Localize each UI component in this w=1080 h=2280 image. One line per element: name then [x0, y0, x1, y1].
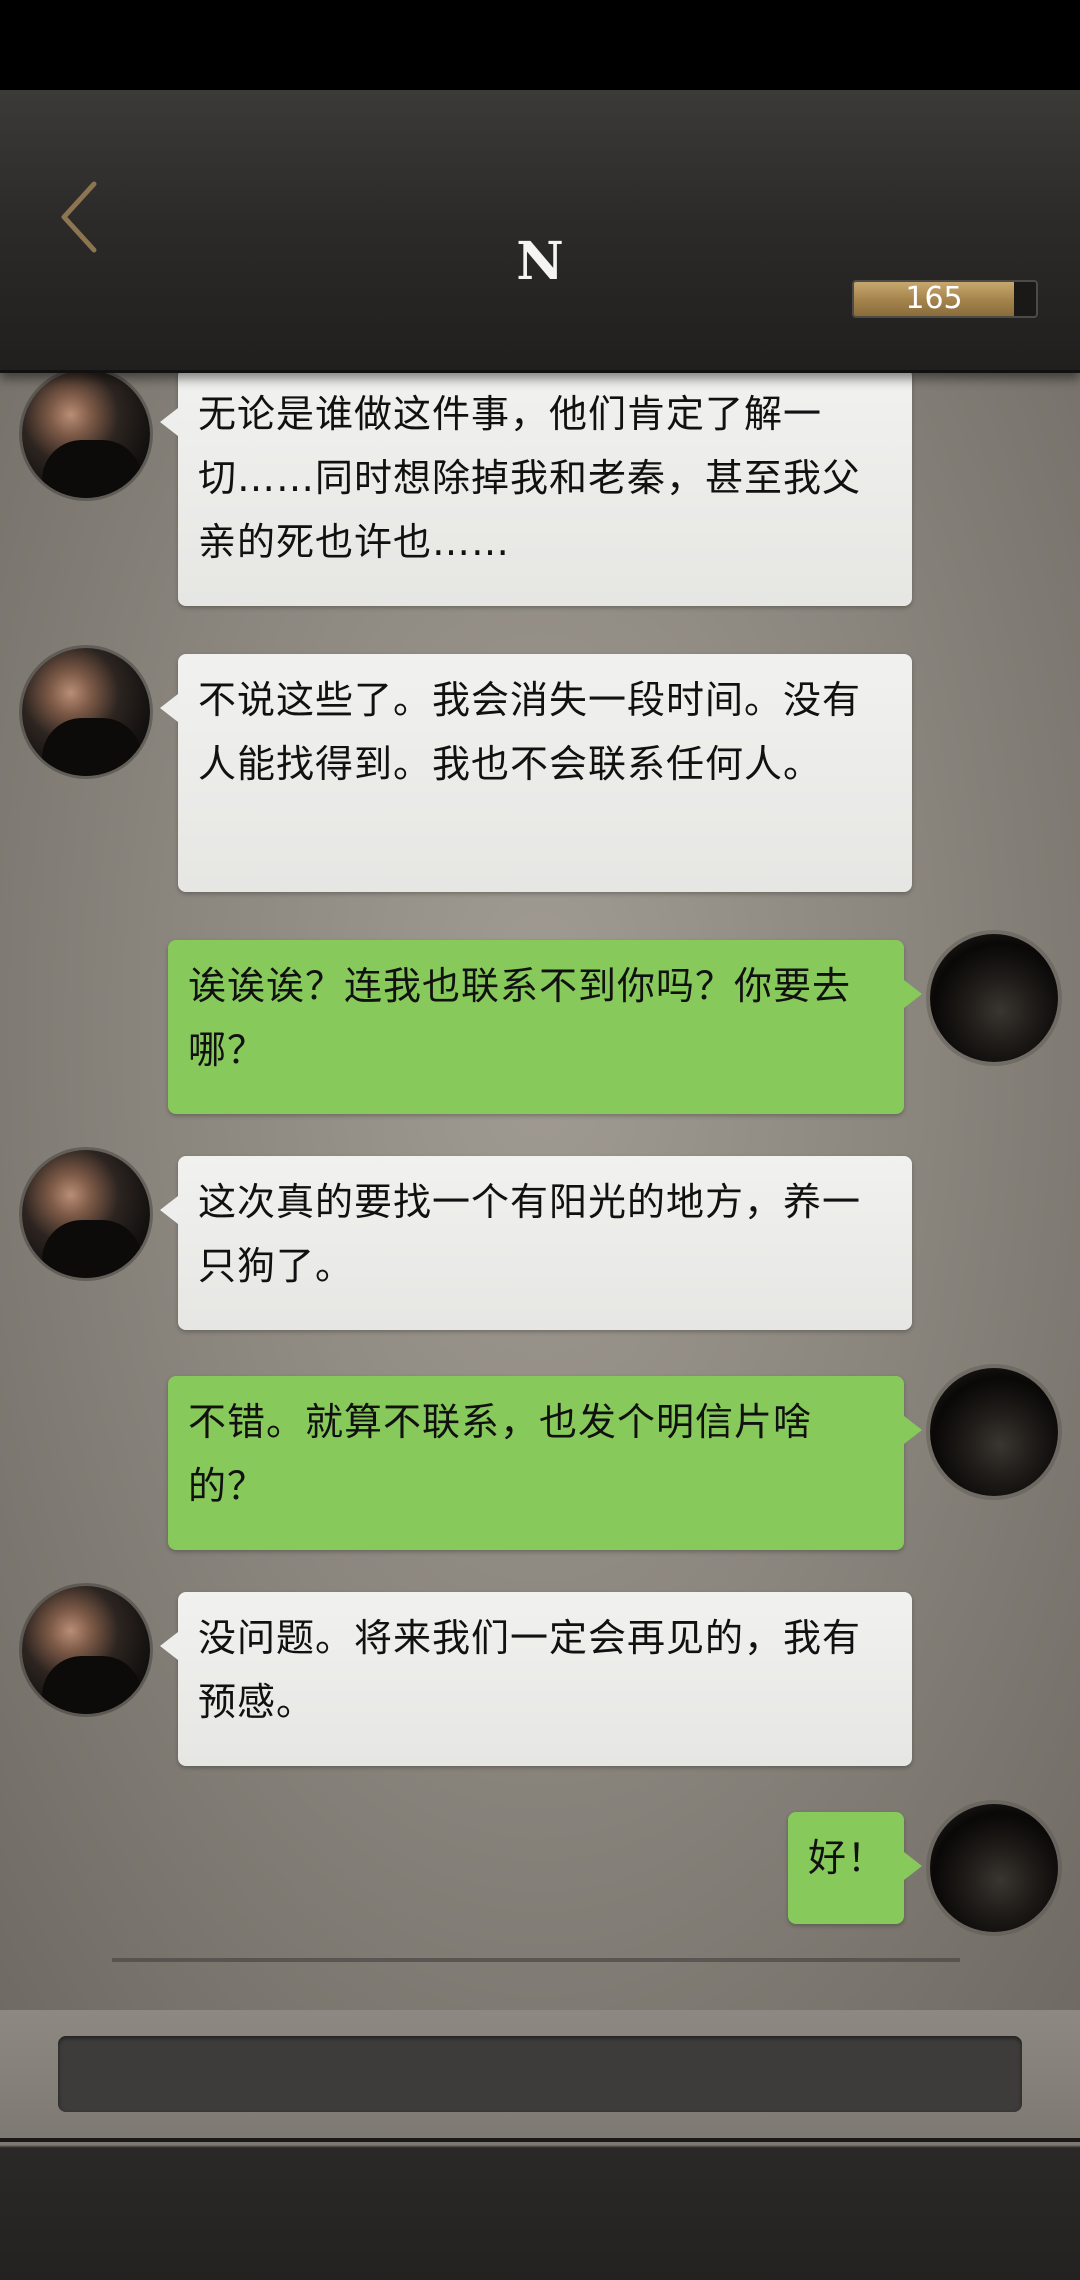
message-bubble-received: 无论是谁做这件事，他们肯定了解一切……同时想除掉我和老秦，甚至我父亲的死也许也……	[160, 370, 912, 606]
user-avatar[interactable]	[930, 934, 1058, 1062]
page-title: N	[516, 231, 564, 292]
chat-screen: N 165 无论是谁做这件事，他们肯定了解一切……同时想除掉我和老秦，甚至我父亲…	[0, 0, 1080, 2280]
message-bubble-received: 不说这些了。我会消失一段时间。没有人能找得到。我也不会联系任何人。	[160, 654, 912, 892]
message-bubble-sent: 诶诶诶？连我也联系不到你吗？你要去哪？	[168, 940, 922, 1114]
message-list[interactable]: 无论是谁做这件事，他们肯定了解一切……同时想除掉我和老秦，甚至我父亲的死也许也……	[0, 370, 1080, 2010]
user-avatar[interactable]	[930, 1804, 1058, 1932]
contact-avatar[interactable]	[22, 370, 150, 498]
chevron-left-icon	[61, 181, 97, 253]
message-bubble-sent: 好！	[788, 1812, 922, 1924]
back-button[interactable]	[52, 172, 122, 262]
chat-divider	[112, 1958, 960, 1962]
footer-divider	[0, 2138, 1080, 2142]
energy-counter: 165	[852, 280, 1038, 318]
reply-input-bar[interactable]	[58, 2036, 1022, 2112]
message-bubble-received: 这次真的要找一个有阳光的地方，养一只狗了。	[160, 1156, 912, 1330]
status-bar	[0, 0, 1080, 90]
contact-avatar[interactable]	[22, 1150, 150, 1278]
contact-avatar[interactable]	[22, 648, 150, 776]
message-bubble-received: 没问题。将来我们一定会再见的，我有预感。	[160, 1592, 912, 1766]
message-bubble-sent: 不错。就算不联系，也发个明信片啥的？	[168, 1376, 922, 1550]
counter-value: 165	[905, 281, 963, 316]
user-avatar[interactable]	[930, 1368, 1058, 1496]
contact-avatar[interactable]	[22, 1586, 150, 1714]
